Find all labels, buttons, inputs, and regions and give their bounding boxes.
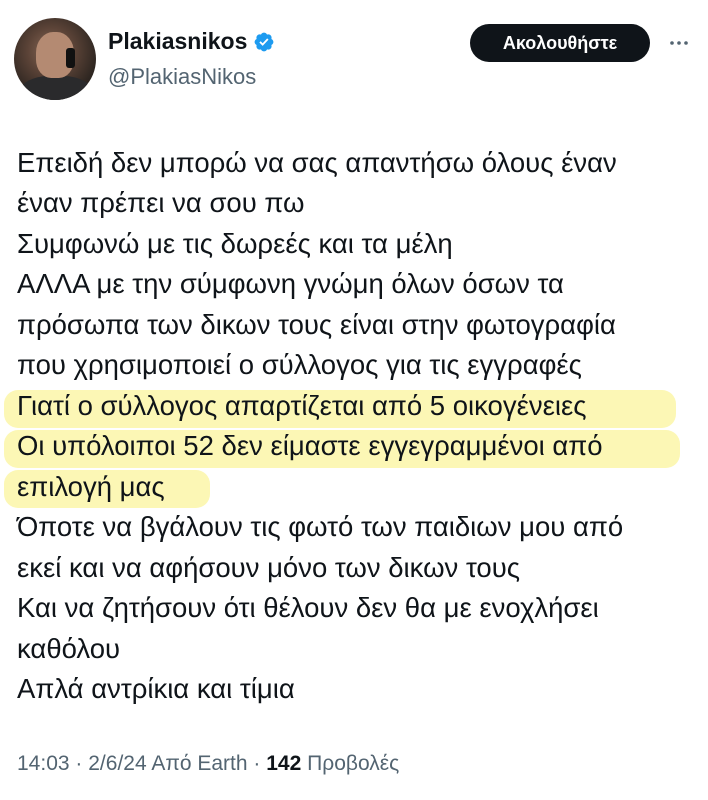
tweet-source: Από Earth [151, 752, 248, 775]
views-label: Προβολές [307, 752, 400, 775]
tweet-line: Απλά αντρίκια και τίμια [17, 673, 295, 704]
tweet-text: Επειδή δεν μπορώ να σας απαντήσω όλους έ… [0, 0, 708, 740]
tweet-line: Οι υπόλοιποι 52 δεν είμαστε εγγεγραμμένο… [17, 430, 603, 461]
tweet-line: Συμφωνώ με τις δωρεές και τα μέλη [17, 228, 453, 259]
separator: · [75, 752, 83, 775]
tweet-line: εκεί και να αφήσουν μόνο των δικων τους [17, 552, 521, 583]
tweet-line: Επειδή δεν μπορώ να σας απαντήσω όλους έ… [17, 147, 617, 178]
separator: · [253, 752, 261, 775]
tweet-line: πρόσωπα των δικων τους είναι στην φωτογρ… [17, 309, 616, 340]
tweet-line: που χρησιμοποιεί ο σύλλογος για τις εγγρ… [17, 349, 582, 380]
tweet-line: επιλογή μας [17, 471, 165, 502]
tweet-line: Και να ζητήσουν ότι θέλουν δεν θα με ενο… [17, 592, 599, 623]
tweet-metadata: 14:03 · 2/6/24 Από Earth · 142 Προβολές [17, 752, 399, 776]
tweet-time[interactable]: 14:03 [17, 752, 70, 775]
tweet-line: έναν πρέπει να σου πω [17, 187, 305, 218]
tweet-date[interactable]: 2/6/24 [88, 752, 146, 775]
tweet-line: καθόλου [17, 633, 121, 664]
views-count: 142 [266, 752, 302, 775]
tweet-line: ΑΛΛΑ με την σύμφωνη γνώμη όλων όσων τα [17, 268, 564, 299]
tweet-line: Γιατί ο σύλλογος απαρτίζεται από 5 οικογ… [17, 390, 587, 421]
tweet-line: Όποτε να βγάλουν τις φωτό των παιδιων μο… [17, 511, 624, 542]
